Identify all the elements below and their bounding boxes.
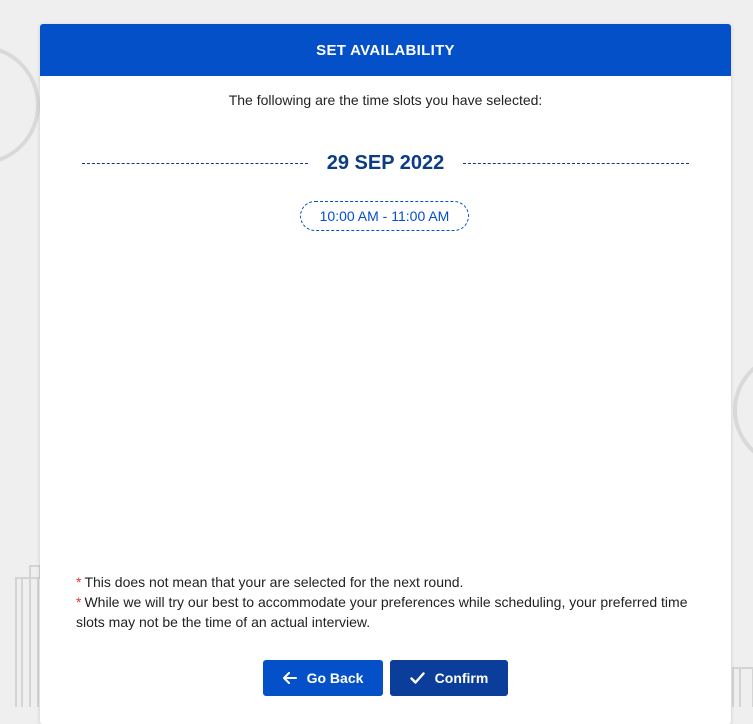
note-item: * While we will try our best to accommoda… [76, 592, 701, 632]
confirm-button[interactable]: Confirm [390, 660, 508, 696]
selected-date: 29 SEP 2022 [326, 151, 445, 174]
availability-modal: SET AVAILABILITY The following are the t… [40, 24, 731, 724]
date-divider-right-line [463, 162, 690, 164]
arrow-left-icon [282, 672, 297, 684]
asterisk-marker: * [76, 574, 82, 590]
note-text: While we will try our best to accommodat… [76, 594, 688, 630]
modal-actions: Go Back Confirm [40, 660, 731, 696]
note-item: * This does not mean that your are select… [76, 572, 701, 592]
intro-text: The following are the time slots you hav… [228, 92, 543, 108]
check-icon [409, 672, 425, 684]
time-slot-chip: 10:00 AM - 11:00 AM [300, 201, 469, 231]
go-back-button[interactable]: Go Back [263, 660, 383, 696]
note-text: This does not mean that your are selecte… [84, 574, 464, 590]
asterisk-marker: * [76, 594, 82, 610]
modal-header: SET AVAILABILITY [40, 24, 731, 76]
modal-title: SET AVAILABILITY [316, 41, 455, 59]
date-divider-left-line [82, 162, 308, 164]
date-divider: 29 SEP 2022 [82, 149, 690, 177]
confirm-label: Confirm [434, 670, 489, 686]
disclaimer-notes: * This does not mean that your are select… [76, 572, 701, 632]
go-back-label: Go Back [306, 670, 364, 686]
